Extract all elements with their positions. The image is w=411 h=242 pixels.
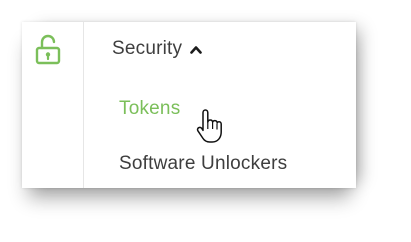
hand-pointer-icon xyxy=(196,109,222,143)
security-menu: Security Tokens Software Unlockers xyxy=(84,22,356,188)
menu-item-software-unlockers[interactable]: Software Unlockers xyxy=(119,153,287,175)
security-section-toggle[interactable]: Security xyxy=(112,38,203,60)
sidebar-menu-panel: Security Tokens Software Unlockers xyxy=(22,22,356,188)
security-section-label: Security xyxy=(112,38,183,59)
sidebar-icon-rail xyxy=(22,22,84,188)
menu-item-tokens[interactable]: Tokens xyxy=(119,98,180,120)
chevron-up-icon xyxy=(190,45,203,54)
lock-open-icon[interactable] xyxy=(34,33,62,65)
